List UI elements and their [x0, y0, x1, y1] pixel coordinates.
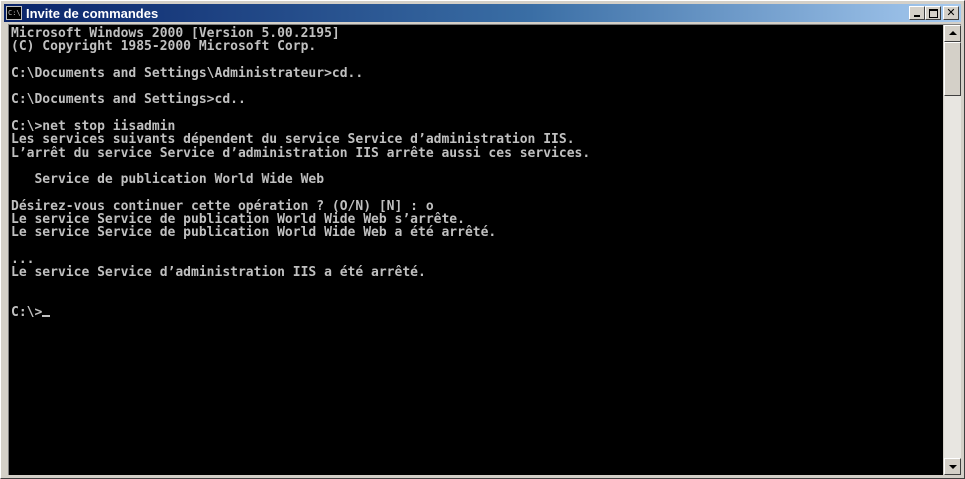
- close-button[interactable]: ✕: [943, 6, 959, 20]
- console-line: Microsoft Windows 2000 [Version 5.00.219…: [11, 26, 340, 41]
- arrow-up-icon: [949, 31, 957, 35]
- console-client-area[interactable]: Microsoft Windows 2000 [Version 5.00.219…: [8, 24, 961, 475]
- maximize-icon: [929, 9, 938, 18]
- scrollbar-thumb[interactable]: [944, 42, 961, 96]
- console-line: C:\Documents and Settings>cd..: [11, 92, 246, 108]
- console-line: (C) Copyright 1985-2000 Microsoft Corp.: [11, 39, 317, 55]
- console-output[interactable]: Microsoft Windows 2000 [Version 5.00.219…: [9, 25, 942, 475]
- console-line: C:\Documents and Settings\Administrateur…: [11, 65, 364, 81]
- console-icon[interactable]: C:\: [6, 6, 22, 20]
- text-cursor: [42, 315, 51, 318]
- prompt-line: C:\>: [11, 306, 942, 320]
- minimize-icon: [914, 15, 920, 17]
- window-title: Invite de commandes: [26, 5, 159, 21]
- console-line: Les services suivants dépendent du servi…: [11, 132, 575, 148]
- maximize-button[interactable]: [925, 6, 941, 20]
- console-line: C:\>net stop iisadmin: [11, 119, 176, 135]
- console-line: Désirez-vous continuer cette opération ?…: [11, 198, 434, 214]
- scroll-down-button[interactable]: [944, 458, 961, 475]
- caption-buttons: ✕: [909, 6, 959, 20]
- scroll-up-button[interactable]: [944, 25, 961, 42]
- minimize-button[interactable]: [909, 6, 925, 20]
- console-line: ...: [11, 252, 35, 268]
- vertical-scrollbar[interactable]: [943, 25, 961, 475]
- console-line: Le service Service d’administration IIS …: [11, 265, 426, 281]
- console-window: C:\ Invite de commandes ✕ Microsoft Wind…: [0, 0, 965, 479]
- arrow-down-icon: [949, 465, 957, 469]
- console-line: Le service Service de publication World …: [11, 225, 497, 241]
- close-icon: ✕: [946, 6, 956, 19]
- title-bar[interactable]: C:\ Invite de commandes ✕: [4, 4, 961, 22]
- console-line: Service de publication World Wide Web: [11, 172, 325, 188]
- console-line: L’arrêt du service Service d’administrat…: [11, 145, 591, 161]
- console-line: Le service Service de publication World …: [11, 212, 465, 228]
